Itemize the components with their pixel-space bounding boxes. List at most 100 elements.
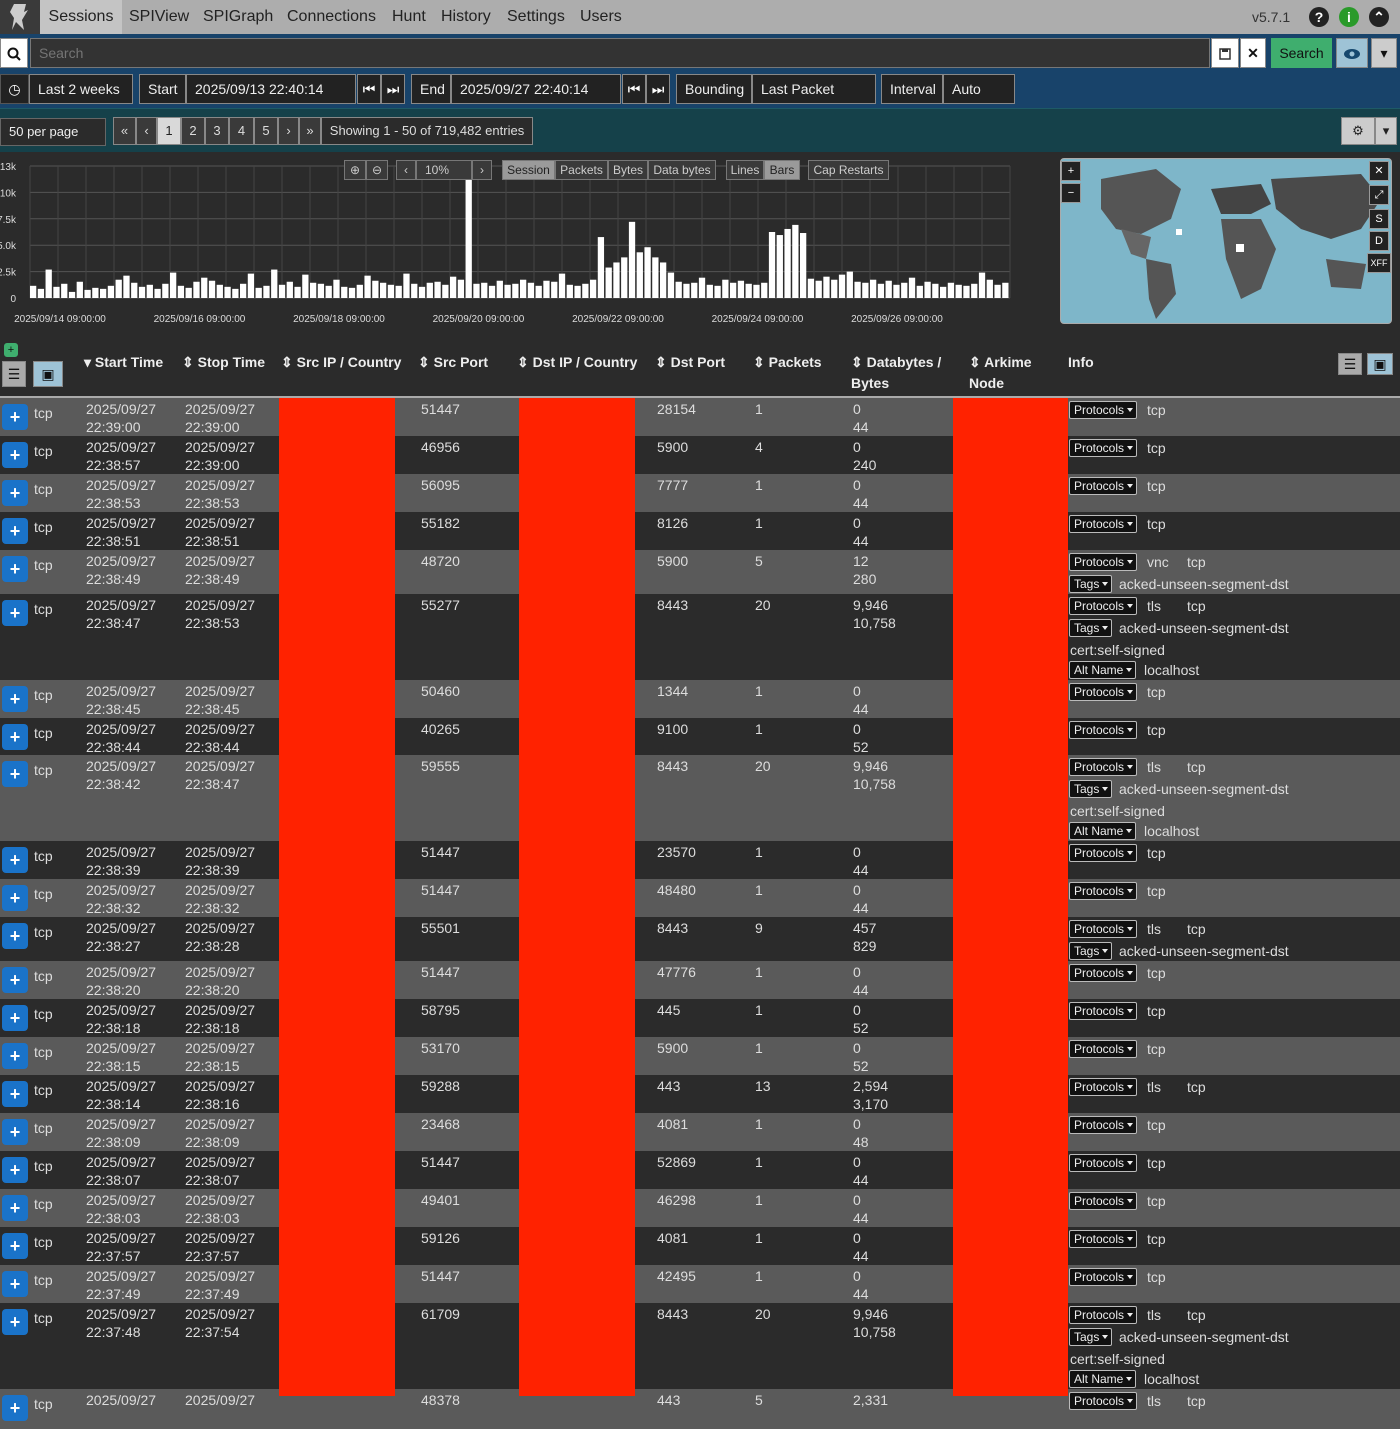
- chart-bar[interactable]: [558, 273, 566, 298]
- dst-port[interactable]: 46298: [657, 1191, 696, 1209]
- protocols-dropdown[interactable]: Protocols: [1069, 882, 1138, 900]
- chart-type-session[interactable]: Session: [502, 160, 555, 180]
- table-row[interactable]: + tcp 2025/09/27 22:38:39 2025/09/27 22:38:39…: [0, 841, 1400, 879]
- altname-value[interactable]: localhost: [1144, 661, 1199, 679]
- bounding-select[interactable]: Last Packet: [752, 74, 876, 104]
- cert-value[interactable]: cert:self-signed: [1070, 641, 1165, 659]
- dst-port[interactable]: 443: [657, 1077, 680, 1095]
- chart-bar[interactable]: [667, 272, 675, 298]
- chart-bar[interactable]: [356, 284, 363, 298]
- protocol-tag[interactable]: tcp: [1147, 1192, 1166, 1210]
- chart-bar[interactable]: [84, 289, 91, 298]
- tags-dropdown[interactable]: Tags: [1069, 942, 1113, 960]
- chart-bar[interactable]: [636, 252, 643, 298]
- chart-bar[interactable]: [916, 285, 923, 298]
- table-row[interactable]: + tcp 2025/09/27 22:38:07 2025/09/27 22:38:07…: [0, 1151, 1400, 1189]
- table-row[interactable]: + tcp 2025/09/27 22:38:53 2025/09/27 22:38:53…: [0, 474, 1400, 512]
- chart-bar[interactable]: [154, 288, 161, 298]
- expand-row-button[interactable]: +: [2, 1271, 28, 1297]
- dst-port[interactable]: 7777: [657, 476, 688, 494]
- chart-bar[interactable]: [216, 284, 223, 298]
- protocols-dropdown[interactable]: Protocols: [1069, 1306, 1138, 1324]
- chart-bar[interactable]: [146, 284, 153, 298]
- prev-page-button[interactable]: ‹: [136, 117, 157, 145]
- expand-row-button[interactable]: +: [2, 1005, 28, 1031]
- chart-bar[interactable]: [893, 284, 900, 298]
- chart-bar[interactable]: [45, 269, 52, 298]
- dst-port[interactable]: 52869: [657, 1153, 696, 1171]
- chart-bar[interactable]: [574, 285, 581, 298]
- interval-select[interactable]: Auto: [943, 74, 1015, 104]
- chart-bar[interactable]: [278, 284, 286, 298]
- src-port[interactable]: 56095: [421, 476, 460, 494]
- src-port[interactable]: 59288: [421, 1077, 460, 1095]
- tab-spiview[interactable]: SPIView: [129, 0, 189, 34]
- chart-bar[interactable]: [737, 280, 745, 298]
- src-port[interactable]: 51447: [421, 1267, 460, 1285]
- chart-bar[interactable]: [846, 271, 853, 298]
- chart-bar[interactable]: [815, 280, 822, 298]
- chart-bar[interactable]: [605, 267, 612, 298]
- chart-bar[interactable]: [543, 280, 550, 298]
- map-expand-icon[interactable]: ⤢: [1369, 185, 1389, 205]
- chart-bar[interactable]: [745, 283, 752, 298]
- expand-row-button[interactable]: +: [2, 1233, 28, 1259]
- protocol-tag[interactable]: tcp: [1147, 1154, 1166, 1172]
- expand-row-button[interactable]: +: [2, 1119, 28, 1145]
- dst-port[interactable]: 47776: [657, 963, 696, 981]
- tag-value[interactable]: acked-unseen-segment-dst: [1119, 780, 1289, 798]
- save-icon[interactable]: [1211, 38, 1239, 68]
- chart-bar[interactable]: [551, 281, 558, 298]
- chart-bar[interactable]: [488, 285, 496, 298]
- dst-port[interactable]: 8443: [657, 757, 688, 775]
- protocols-dropdown[interactable]: Protocols: [1069, 844, 1138, 862]
- dst-port[interactable]: 5900: [657, 552, 688, 570]
- dst-port[interactable]: 8443: [657, 1305, 688, 1323]
- map-zoom-in-icon[interactable]: +: [1061, 161, 1081, 181]
- chart-bar[interactable]: [784, 228, 791, 298]
- protocols-dropdown[interactable]: Protocols: [1069, 439, 1138, 457]
- chart-bar[interactable]: [364, 275, 371, 298]
- chart-bar[interactable]: [885, 280, 892, 298]
- chart-bar[interactable]: [325, 285, 332, 298]
- src-port[interactable]: 53170: [421, 1039, 460, 1057]
- chart-bar[interactable]: [92, 287, 99, 298]
- src-port[interactable]: 48378: [421, 1391, 460, 1409]
- src-port[interactable]: 50460: [421, 682, 460, 700]
- chart-bar[interactable]: [768, 232, 776, 298]
- protocols-dropdown[interactable]: Protocols: [1069, 964, 1138, 982]
- table-row[interactable]: + tcp 2025/09/27 22:38:44 2025/09/27 22:38:44…: [0, 718, 1400, 755]
- info-save-icon[interactable]: ▣: [1367, 353, 1393, 375]
- chart-bar[interactable]: [535, 285, 542, 298]
- tab-users[interactable]: Users: [580, 0, 622, 34]
- col-stop-time[interactable]: ⇕ Stop Time: [182, 352, 265, 373]
- chart-bar[interactable]: [418, 286, 426, 298]
- src-port[interactable]: 51447: [421, 1153, 460, 1171]
- table-row[interactable]: + tcp 2025/09/27 22:38:51 2025/09/27 22:38:51…: [0, 512, 1400, 550]
- tag-value[interactable]: acked-unseen-segment-dst: [1119, 619, 1289, 637]
- chart-bar[interactable]: [590, 279, 597, 298]
- chart-bar[interactable]: [504, 284, 511, 298]
- tag-value[interactable]: acked-unseen-segment-dst: [1119, 1328, 1289, 1346]
- table-row[interactable]: + tcp 2025/09/27 22:38:15 2025/09/27 22:38:15…: [0, 1037, 1400, 1075]
- chart-bar[interactable]: [823, 276, 830, 298]
- protocol-tag[interactable]: tls: [1147, 920, 1161, 938]
- expand-row-button[interactable]: +: [2, 724, 28, 750]
- gear-icon[interactable]: ⚙: [1341, 117, 1375, 145]
- dst-port[interactable]: 4081: [657, 1115, 688, 1133]
- chart-bar[interactable]: [310, 282, 317, 298]
- chart-bar[interactable]: [317, 283, 325, 298]
- chart-bar[interactable]: [131, 282, 138, 298]
- table-row[interactable]: + tcp 2025/09/27 22:38:20 2025/09/27 22:38:20…: [0, 961, 1400, 999]
- chart-bar[interactable]: [138, 286, 146, 298]
- protocol-tag[interactable]: tcp: [1187, 1306, 1206, 1324]
- map-close-icon[interactable]: ✕: [1369, 161, 1389, 181]
- protocols-dropdown[interactable]: Protocols: [1069, 1116, 1138, 1134]
- chart-bar[interactable]: [411, 283, 418, 298]
- chart-bar[interactable]: [753, 284, 760, 298]
- altname-dropdown[interactable]: Alt Name: [1069, 661, 1137, 679]
- cert-value[interactable]: cert:self-signed: [1070, 1350, 1165, 1368]
- chart-bar[interactable]: [940, 286, 947, 298]
- chart-bar[interactable]: [341, 286, 348, 298]
- chart-bar[interactable]: [37, 288, 45, 298]
